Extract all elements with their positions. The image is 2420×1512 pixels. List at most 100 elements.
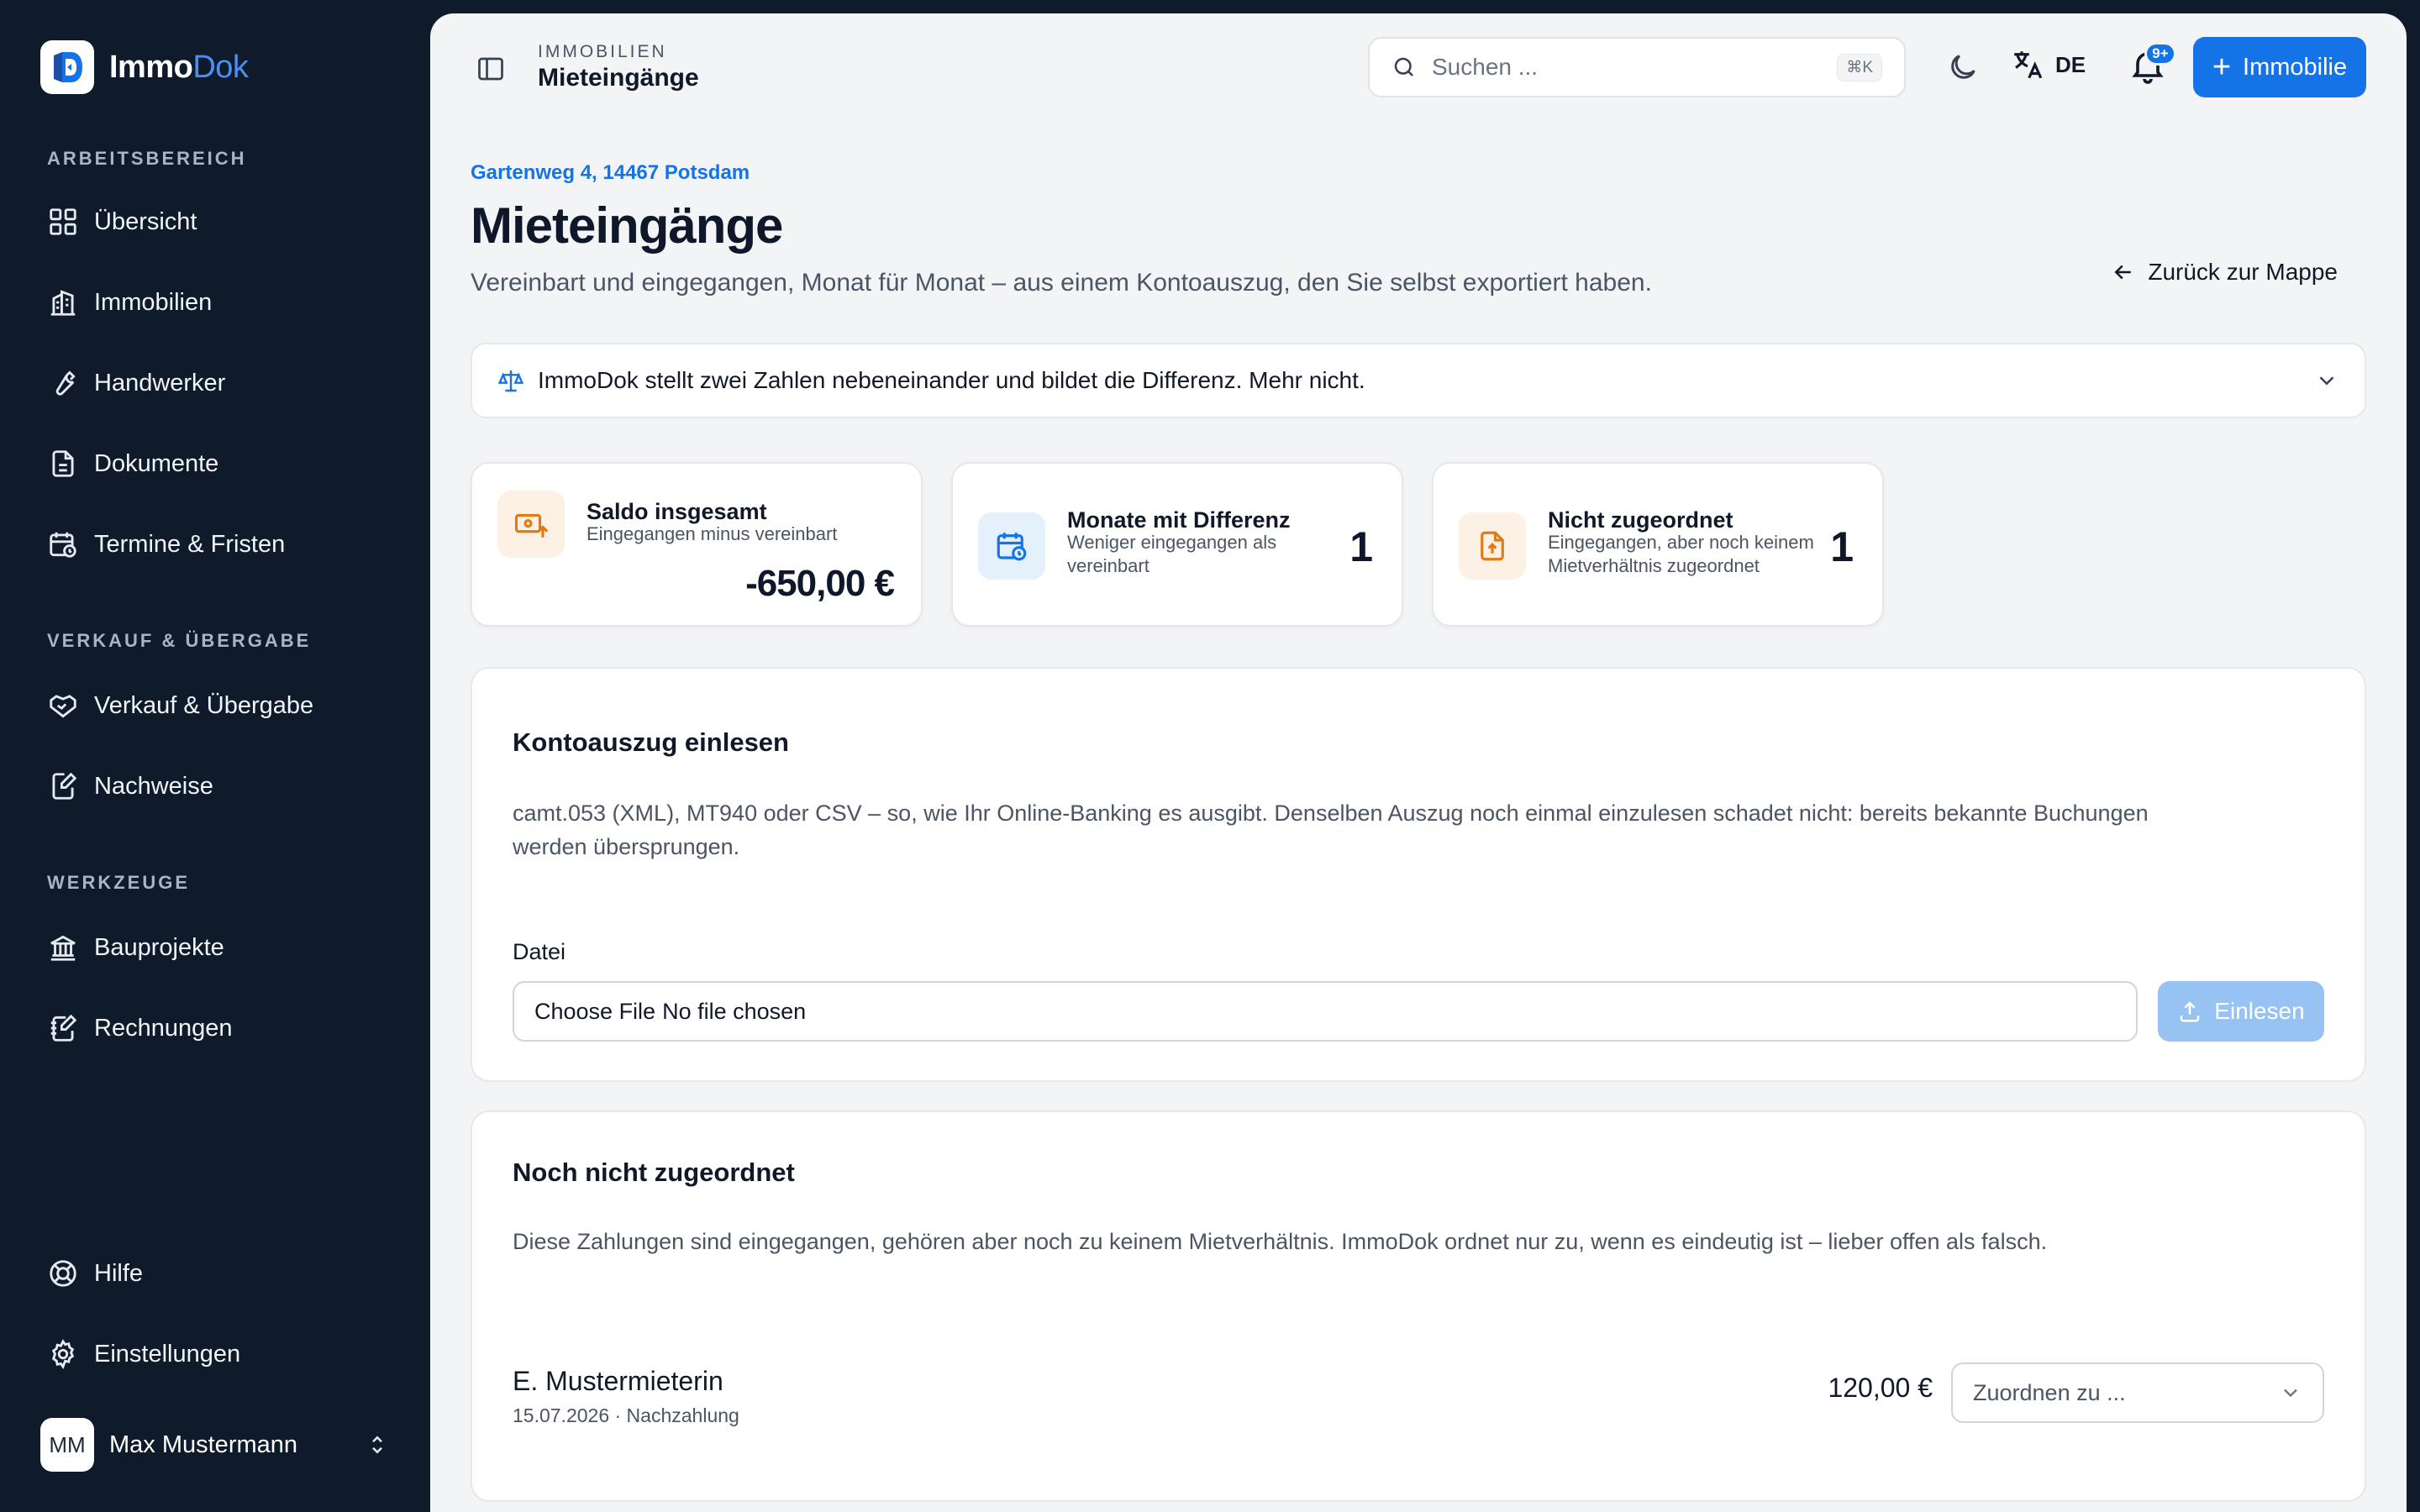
search-icon bbox=[1394, 57, 1413, 76]
file-label: Datei bbox=[513, 939, 566, 964]
chevron-down-icon bbox=[2319, 376, 2334, 386]
section-label-tools: WERKZEUGE bbox=[47, 872, 190, 893]
sidebar-item-help[interactable]: Hilfe bbox=[47, 1253, 143, 1294]
stat-value: 1 bbox=[1349, 523, 1373, 570]
stat-subtitle-line1: Eingegangen, aber noch keinem bbox=[1548, 532, 1814, 553]
sidebar-item-construction[interactable]: Bauprojekte bbox=[47, 927, 224, 968]
payment-amount: 120,00 € bbox=[1828, 1373, 1933, 1403]
choose-file-button[interactable]: Choose File bbox=[534, 999, 655, 1025]
invoice-edit-icon bbox=[50, 1014, 77, 1042]
file-upload-icon bbox=[1459, 512, 1526, 580]
stat-subtitle: Eingegangen minus vereinbart bbox=[587, 523, 838, 544]
sidebar-item-appointments[interactable]: Termine & Fristen bbox=[47, 524, 285, 564]
stat-value: 1 bbox=[1830, 523, 1854, 570]
sidebar-item-label: Rechnungen bbox=[94, 1014, 233, 1042]
sidebar-item-label: Bauprojekte bbox=[94, 933, 224, 961]
main-panel: IMMOBILIEN Mieteingänge ⌘K DE 9+ + Immob… bbox=[430, 13, 2407, 1512]
sidebar-item-properties[interactable]: Immobilien bbox=[47, 282, 212, 323]
sidebar-item-label: Dokumente bbox=[94, 449, 219, 477]
property-address-link[interactable]: Gartenweg 4, 14467 Potsdam bbox=[471, 161, 750, 185]
sidebar-item-sale[interactable]: Verkauf & Übergabe bbox=[47, 685, 313, 726]
sidebar-item-label: Hilfe bbox=[94, 1259, 144, 1287]
arrow-left-icon bbox=[2114, 265, 2132, 280]
info-accordion[interactable]: ImmoDok stellt zwei Zahlen nebeneinander… bbox=[471, 343, 2366, 418]
building-icon bbox=[50, 290, 76, 316]
stat-card-balance: Saldo insgesamt Eingegangen minus verein… bbox=[471, 462, 923, 627]
scale-icon bbox=[497, 370, 524, 392]
money-upload-icon bbox=[497, 491, 565, 558]
payment-meta: 15.07.2026 · Nachzahlung bbox=[513, 1404, 739, 1426]
sidebar-item-label: Termine & Fristen bbox=[94, 530, 286, 558]
assign-select[interactable]: Zuordnen zu ... bbox=[1951, 1362, 2324, 1423]
file-input[interactable]: Choose File No file chosen bbox=[513, 981, 2138, 1042]
back-label: Zurück zur Mappe bbox=[2148, 259, 2338, 285]
moon-icon[interactable] bbox=[1946, 50, 1980, 84]
page-title: Mieteingänge bbox=[471, 197, 783, 254]
document-icon bbox=[52, 450, 74, 477]
page-subtitle: Vereinbart und eingegangen, Monat für Mo… bbox=[471, 269, 1652, 297]
file-status: No file chosen bbox=[662, 998, 807, 1024]
stat-title: Nicht zugeordnet bbox=[1548, 507, 1733, 533]
import-description: camt.053 (XML), MT940 oder CSV – so, wie… bbox=[513, 801, 2149, 859]
handshake-icon bbox=[50, 695, 76, 718]
notification-badge: 9+ bbox=[2144, 42, 2176, 66]
sidebar-item-overview[interactable]: Übersicht bbox=[47, 202, 197, 242]
add-property-button[interactable]: + Immobilie bbox=[2193, 37, 2366, 97]
unassigned-title: Noch nicht zugeordnet bbox=[513, 1158, 795, 1187]
unassigned-panel: Noch nicht zugeordnet Diese Zahlungen si… bbox=[471, 1110, 2366, 1502]
logo-icon bbox=[40, 40, 94, 94]
grid-icon bbox=[50, 208, 76, 235]
stat-card-unassigned: Nicht zugeordnet Eingegangen, aber noch … bbox=[1432, 462, 1884, 627]
search-box[interactable]: ⌘K bbox=[1368, 37, 1906, 97]
stat-subtitle-line2: vereinbart bbox=[1067, 555, 1150, 576]
sidebar-item-label: Übersicht bbox=[94, 207, 197, 235]
sidebar-toggle-icon[interactable] bbox=[476, 54, 506, 84]
gear-icon bbox=[51, 1339, 75, 1370]
import-button[interactable]: Einlesen bbox=[2158, 981, 2324, 1042]
brand-name: ImmoDok bbox=[109, 49, 249, 85]
sidebar-item-settings[interactable]: Einstellungen bbox=[47, 1334, 240, 1374]
search-input[interactable] bbox=[1432, 54, 1838, 81]
section-label-workspace: ARBEITSBEREICH bbox=[47, 148, 247, 169]
stat-title: Saldo insgesamt bbox=[587, 499, 767, 524]
calendar-clock-icon bbox=[50, 532, 76, 558]
add-property-label: Immobilie bbox=[2243, 53, 2348, 81]
sidebar-item-craftsmen[interactable]: Handwerker bbox=[47, 363, 225, 403]
lifebuoy-icon bbox=[50, 1260, 76, 1287]
calendar-clock-icon bbox=[978, 512, 1045, 580]
sidebar-item-label: Immobilien bbox=[94, 288, 213, 316]
chevron-down-icon bbox=[2284, 1389, 2297, 1398]
payment-name: E. Mustermieterin bbox=[513, 1366, 723, 1396]
translate-icon bbox=[2014, 51, 2043, 79]
topbar: IMMOBILIEN Mieteingänge ⌘K DE 9+ + Immob… bbox=[430, 13, 2407, 123]
search-shortcut: ⌘K bbox=[1837, 53, 1882, 81]
sidebar-item-invoices[interactable]: Rechnungen bbox=[47, 1008, 232, 1048]
language-switcher[interactable]: DE bbox=[2010, 47, 2086, 82]
section-label-sale: VERKAUF & ÜBERGABE bbox=[47, 630, 312, 651]
import-title: Kontoauszug einlesen bbox=[513, 727, 789, 757]
brand[interactable]: ImmoDok bbox=[40, 40, 249, 94]
stat-value: -650,00 € bbox=[745, 563, 895, 604]
info-text: ImmoDok stellt zwei Zahlen nebeneinander… bbox=[538, 367, 1365, 393]
sidebar-item-label: Nachweise bbox=[94, 772, 213, 800]
sidebar: ImmoDok ARBEITSBEREICH Übersicht Immobil… bbox=[0, 0, 430, 1512]
bank-icon bbox=[50, 935, 76, 961]
sidebar-item-proofs[interactable]: Nachweise bbox=[47, 766, 213, 806]
back-to-folder-link[interactable]: Zurück zur Mappe bbox=[2111, 259, 2338, 286]
import-panel: Kontoauszug einlesen camt.053 (XML), MT9… bbox=[471, 667, 2366, 1082]
chevron-up-down-icon bbox=[372, 1436, 382, 1454]
breadcrumb-parent[interactable]: IMMOBILIEN bbox=[538, 42, 667, 62]
breadcrumb-current: Mieteingänge bbox=[538, 64, 699, 92]
avatar: MM bbox=[40, 1418, 94, 1472]
assign-placeholder: Zuordnen zu ... bbox=[1973, 1379, 2126, 1405]
stat-subtitle-line1: Weniger eingegangen als bbox=[1067, 532, 1277, 553]
sidebar-item-label: Handwerker bbox=[94, 369, 226, 396]
wrench-icon bbox=[55, 370, 76, 396]
sidebar-item-label: Einstellungen bbox=[94, 1340, 241, 1368]
document-edit-icon bbox=[52, 772, 77, 800]
stat-title: Monate mit Differenz bbox=[1067, 507, 1291, 533]
sidebar-item-documents[interactable]: Dokumente bbox=[47, 444, 218, 484]
stat-subtitle-line2: Mietverhältnis zugeordnet bbox=[1548, 555, 1760, 576]
user-name: Max Mustermann bbox=[109, 1431, 298, 1458]
user-menu[interactable]: MM Max Mustermann bbox=[40, 1418, 390, 1472]
